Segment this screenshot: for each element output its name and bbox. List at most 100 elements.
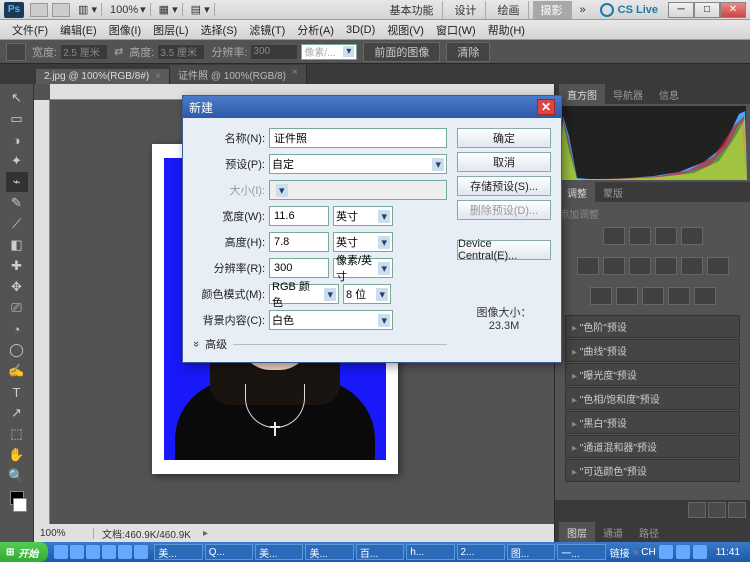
- task-button[interactable]: 百...: [356, 544, 404, 560]
- adj-brightness-icon[interactable]: [603, 227, 625, 245]
- quicklaunch-icon[interactable]: [118, 545, 132, 559]
- quicklaunch-icon[interactable]: [54, 545, 68, 559]
- adj-footer-icon[interactable]: [688, 502, 706, 518]
- preset-exposure[interactable]: "曝光度"预设: [565, 363, 740, 386]
- menu-analysis[interactable]: 分析(A): [291, 20, 340, 40]
- stamp-tool[interactable]: ✚: [6, 256, 28, 276]
- zoom-level-dropdown[interactable]: 100% ▾: [106, 3, 151, 16]
- adj-levels-icon[interactable]: [629, 227, 651, 245]
- maximize-button[interactable]: □: [694, 2, 720, 18]
- quicklaunch-icon[interactable]: [70, 545, 84, 559]
- quicklaunch-icon[interactable]: [86, 545, 100, 559]
- panel-tab-info[interactable]: 信息: [651, 84, 687, 104]
- menu-view[interactable]: 视图(V): [381, 20, 430, 40]
- workspace-more-icon[interactable]: »: [576, 4, 590, 16]
- zoom-field[interactable]: 100%: [34, 528, 94, 539]
- start-button[interactable]: 开始: [0, 542, 48, 562]
- workspace-tab-design[interactable]: 设计: [447, 1, 486, 19]
- menu-layer[interactable]: 图层(L): [147, 20, 194, 40]
- bit-depth-select[interactable]: 8 位: [343, 284, 391, 304]
- preset-bw[interactable]: "黑白"预设: [565, 411, 740, 434]
- document-info[interactable]: 文档:460.9K/460.9K: [94, 526, 199, 541]
- ok-button[interactable]: 确定: [457, 128, 551, 148]
- zoom-tool[interactable]: 🔍: [6, 466, 28, 486]
- launch-bridge-icon[interactable]: [30, 3, 48, 17]
- path-select-tool[interactable]: ↗: [6, 403, 28, 423]
- workspace-tab-painting[interactable]: 绘画: [490, 1, 529, 19]
- screen-mode-dropdown[interactable]: ▥ ▾: [74, 3, 102, 16]
- move-tool[interactable]: ↖: [6, 88, 28, 108]
- eraser-tool[interactable]: ⎚: [6, 298, 28, 318]
- arrange-docs-dropdown[interactable]: ▤ ▾: [187, 3, 215, 16]
- menu-filter[interactable]: 滤镜(T): [243, 20, 291, 40]
- adj-gradmap-icon[interactable]: [668, 287, 690, 305]
- task-button[interactable]: 美...: [255, 544, 303, 560]
- adj-vibrance-icon[interactable]: [577, 257, 599, 275]
- device-central-button[interactable]: Device Central(E)...: [457, 240, 551, 260]
- task-button[interactable]: h...: [406, 544, 454, 560]
- opt-height-input[interactable]: [157, 44, 205, 60]
- close-button[interactable]: ✕: [720, 2, 746, 18]
- background-swatch[interactable]: [13, 498, 27, 512]
- close-tab-icon[interactable]: ×: [155, 71, 161, 82]
- menu-edit[interactable]: 编辑(E): [54, 20, 103, 40]
- brush-tool[interactable]: ◧: [6, 235, 28, 255]
- cancel-button[interactable]: 取消: [457, 152, 551, 172]
- workspace-tab-photography[interactable]: 摄影: [533, 1, 572, 19]
- crop-tool-preset-icon[interactable]: [6, 43, 26, 61]
- adj-posterize-icon[interactable]: [616, 287, 638, 305]
- preset-levels[interactable]: "色阶"预设: [565, 315, 740, 338]
- menu-image[interactable]: 图像(I): [103, 20, 147, 40]
- healing-tool[interactable]: ⟋: [6, 214, 28, 234]
- ruler-vertical[interactable]: [34, 100, 50, 542]
- clock[interactable]: 11:41: [710, 547, 746, 558]
- panel-tab-navigator[interactable]: 导航器: [605, 84, 651, 104]
- adj-invert-icon[interactable]: [590, 287, 612, 305]
- opt-width-input[interactable]: [60, 44, 108, 60]
- panel-tab-channels[interactable]: 通道: [595, 522, 631, 542]
- adj-footer-icon[interactable]: [708, 502, 726, 518]
- width-unit-select[interactable]: 英寸: [333, 206, 393, 226]
- rectangle-tool[interactable]: ⬚: [6, 424, 28, 444]
- dialog-titlebar[interactable]: 新建 ✕: [183, 96, 561, 118]
- gradient-tool[interactable]: ◔: [6, 319, 28, 339]
- adj-selective-icon[interactable]: [694, 287, 716, 305]
- lasso-tool[interactable]: ◑: [6, 130, 28, 150]
- close-tab-icon[interactable]: ×: [292, 67, 298, 82]
- type-tool[interactable]: T: [6, 382, 28, 402]
- resolution-input[interactable]: [269, 258, 329, 278]
- adj-hue-icon[interactable]: [603, 257, 625, 275]
- adj-bw-icon[interactable]: [655, 257, 677, 275]
- panel-tab-adjustments[interactable]: 调整: [559, 182, 595, 202]
- language-indicator[interactable]: CH: [641, 547, 655, 558]
- adj-curves-icon[interactable]: [655, 227, 677, 245]
- workspace-tab-essentials[interactable]: 基本功能: [382, 1, 443, 19]
- adj-balance-icon[interactable]: [629, 257, 651, 275]
- adj-photo-filter-icon[interactable]: [681, 257, 703, 275]
- crop-tool[interactable]: ⌁: [6, 172, 28, 192]
- docinfo-chevron-icon[interactable]: ▸: [203, 528, 208, 539]
- tray-icon[interactable]: [659, 545, 673, 559]
- tray-icon[interactable]: [693, 545, 707, 559]
- menu-help[interactable]: 帮助(H): [482, 20, 531, 40]
- color-mode-select[interactable]: RGB 颜色: [269, 284, 339, 304]
- panel-tab-histogram[interactable]: 直方图: [559, 84, 605, 104]
- view-extras-dropdown[interactable]: ▦ ▾: [155, 3, 183, 16]
- quicklaunch-icon[interactable]: [102, 545, 116, 559]
- opt-res-unit-select[interactable]: 像素/...: [301, 44, 357, 60]
- task-button[interactable]: 一...: [557, 544, 605, 560]
- height-unit-select[interactable]: 英寸: [333, 232, 393, 252]
- panel-tab-paths[interactable]: 路径: [631, 522, 667, 542]
- blur-tool[interactable]: ◯: [6, 340, 28, 360]
- eyedropper-tool[interactable]: ✎: [6, 193, 28, 213]
- preset-selective[interactable]: "可选颜色"预设: [565, 459, 740, 482]
- width-input[interactable]: [269, 206, 329, 226]
- history-brush-tool[interactable]: ✥: [6, 277, 28, 297]
- cs-live-button[interactable]: CS Live: [594, 3, 664, 17]
- save-preset-button[interactable]: 存储预设(S)...: [457, 176, 551, 196]
- quicklaunch-icon[interactable]: [134, 545, 148, 559]
- wand-tool[interactable]: ✦: [6, 151, 28, 171]
- adj-mixer-icon[interactable]: [707, 257, 729, 275]
- advanced-toggle[interactable]: 高级: [193, 336, 447, 352]
- menu-select[interactable]: 选择(S): [195, 20, 244, 40]
